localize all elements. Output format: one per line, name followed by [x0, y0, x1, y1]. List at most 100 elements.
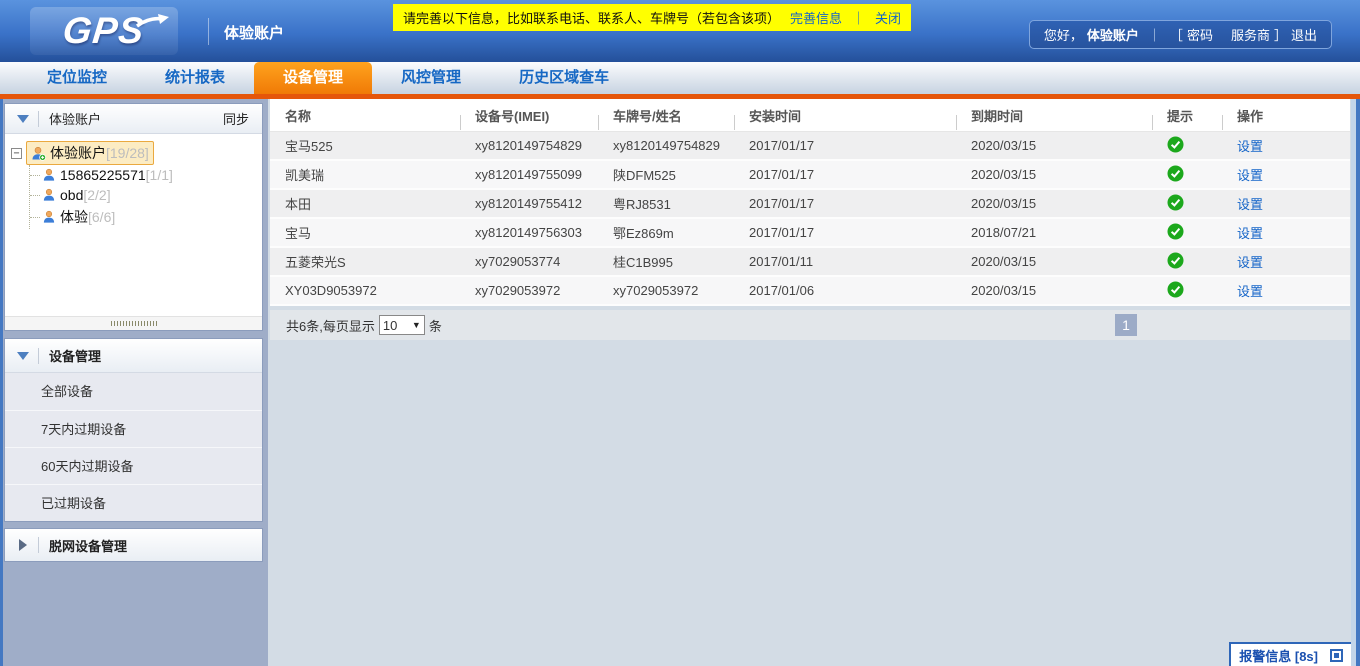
cell-plate-or-name: xy8120149754829: [598, 138, 734, 153]
brand-logo: GPS: [30, 7, 178, 55]
user-icon: [42, 210, 56, 224]
cell-plate-or-name: 桂C1B995: [598, 252, 734, 271]
cell-name: 宝马: [270, 223, 460, 242]
cell-name: 五菱荣光S: [270, 252, 460, 271]
tab-device-management[interactable]: 设备管理: [254, 62, 372, 94]
sidebar-item-all-devices[interactable]: 全部设备: [5, 373, 262, 410]
settings-link[interactable]: 设置: [1237, 284, 1263, 299]
notice-banner: 请完善以下信息，比如联系电话、联系人、车牌号（若包含该项） 完善信息 ｜ 关闭: [393, 4, 911, 31]
device-panel-title: 设备管理: [49, 346, 101, 365]
cell-plate-or-name: 鄂Ez869m: [598, 223, 734, 242]
header-divider: [38, 537, 39, 553]
window-left-edge: [0, 99, 3, 666]
sidebar-item-expire-60days[interactable]: 60天内过期设备: [5, 447, 262, 484]
tree-node-obd[interactable]: obd[2/2]: [30, 185, 256, 205]
settings-link[interactable]: 设置: [1237, 139, 1263, 154]
tree-root-label: 体验账户: [50, 143, 106, 163]
table-row: 宝马 xy8120149756303 鄂Ez869m 2017/01/17 20…: [270, 219, 1350, 248]
restore-window-icon[interactable]: [1330, 649, 1343, 662]
tab-risk-management[interactable]: 风控管理: [372, 62, 490, 94]
table-row: 五菱荣光S xy7029053774 桂C1B995 2017/01/11 20…: [270, 248, 1350, 277]
collapse-arrow-icon: [17, 352, 29, 360]
tree-root-count: [19/28]: [106, 145, 149, 161]
cell-expire-time: 2020/03/15: [956, 196, 1152, 211]
logo-swoosh-arrow-icon: [136, 13, 170, 29]
status-ok-icon: [1167, 281, 1184, 298]
settings-link[interactable]: 设置: [1237, 168, 1263, 183]
bracket-open: ［: [1170, 25, 1183, 44]
tree-node-tiyan[interactable]: 体验[6/6]: [30, 205, 256, 229]
cell-install-time: 2017/01/17: [734, 138, 956, 153]
column-header: 操作: [1222, 106, 1350, 125]
device-panel-header[interactable]: 设备管理: [5, 339, 262, 373]
cell-install-time: 2017/01/11: [734, 254, 956, 269]
user-icon: [42, 168, 56, 182]
alarm-info-label: 报警信息 [8s]: [1239, 646, 1318, 665]
user-session-bar: 您好， 体验账户 ｜ ［ 密码 服务商 ］ 退出: [1029, 20, 1332, 49]
settings-link[interactable]: 设置: [1237, 197, 1263, 212]
table-row: 凯美瑞 xy8120149755099 陕DFM525 2017/01/17 2…: [270, 161, 1350, 190]
password-button[interactable]: 密码: [1187, 25, 1213, 44]
header-divider: [38, 348, 39, 364]
cell-install-time: 2017/01/17: [734, 225, 956, 240]
column-header: 设备号(IMEI): [460, 106, 598, 125]
tree-panel-resize-handle[interactable]: [5, 316, 262, 330]
table-row: XY03D9053972 xy7029053972 xy7029053972 2…: [270, 277, 1350, 306]
cell-imei: xy8120149755099: [460, 167, 598, 182]
close-notice-link[interactable]: 关闭: [875, 8, 901, 27]
tree-node-15865225571[interactable]: 15865225571[1/1]: [30, 165, 256, 185]
tree-panel-header[interactable]: 体验账户 同步: [5, 104, 262, 134]
bracket-close: ］: [1274, 25, 1287, 44]
sidebar-item-expire-7days[interactable]: 7天内过期设备: [5, 410, 262, 447]
device-management-panel: 设备管理 全部设备7天内过期设备60天内过期设备已过期设备: [4, 338, 263, 522]
cell-expire-time: 2020/03/15: [956, 254, 1152, 269]
status-ok-icon: [1167, 223, 1184, 240]
cell-name: 本田: [270, 194, 460, 213]
cell-install-time: 2017/01/17: [734, 167, 956, 182]
status-ok-icon: [1167, 252, 1184, 269]
cell-imei: xy8120149756303: [460, 225, 598, 240]
cell-install-time: 2017/01/06: [734, 283, 956, 298]
logout-button[interactable]: 退出: [1291, 25, 1317, 44]
status-ok-icon: [1167, 165, 1184, 182]
page-size-select[interactable]: 10 ▼: [379, 315, 425, 335]
settings-link[interactable]: 设置: [1237, 226, 1263, 241]
cell-status: [1152, 281, 1222, 301]
offline-panel-header[interactable]: 脱网设备管理: [5, 529, 262, 561]
service-provider-button[interactable]: 服务商: [1231, 25, 1270, 44]
settings-link[interactable]: 设置: [1237, 255, 1263, 270]
cell-install-time: 2017/01/17: [734, 196, 956, 211]
cell-plate-or-name: 粤RJ8531: [598, 194, 734, 213]
notice-text: 请完善以下信息，比如联系电话、联系人、车牌号（若包含该项）: [403, 8, 780, 27]
cell-plate-or-name: 陕DFM525: [598, 165, 734, 184]
cell-status: [1152, 194, 1222, 214]
app-header: GPS 体验账户 请完善以下信息，比如联系电话、联系人、车牌号（若包含该项） 完…: [0, 0, 1360, 62]
offline-panel-title: 脱网设备管理: [49, 536, 127, 555]
main-content: 名称设备号(IMEI)车牌号/姓名安装时间到期时间提示操作 宝马525 xy81…: [268, 99, 1360, 666]
column-header: 安装时间: [734, 106, 956, 125]
tree-collapse-box[interactable]: −: [11, 148, 22, 159]
current-username: 体验账户: [1087, 25, 1139, 44]
complete-info-link[interactable]: 完善信息: [790, 8, 842, 27]
pagination-summary: 共6条,每页显示: [286, 316, 375, 335]
device-table: 名称设备号(IMEI)车牌号/姓名安装时间到期时间提示操作 宝马525 xy81…: [270, 99, 1350, 306]
app-body: 体验账户 同步 −: [0, 99, 1360, 666]
page-number-button[interactable]: 1: [1115, 314, 1137, 336]
tab-history-area-search[interactable]: 历史区域查车: [490, 62, 638, 94]
tree-root-node[interactable]: 体验账户[19/28]: [26, 141, 154, 165]
table-row: 本田 xy8120149755412 粤RJ8531 2017/01/17 20…: [270, 190, 1350, 219]
tab-statistics-report[interactable]: 统计报表: [136, 62, 254, 94]
tab-location-monitor[interactable]: 定位监控: [18, 62, 136, 94]
gps-app-window: GPS 体验账户 请完善以下信息，比如联系电话、联系人、车牌号（若包含该项） 完…: [0, 0, 1360, 666]
cell-expire-time: 2020/03/15: [956, 138, 1152, 153]
resize-grip-dots-icon: [111, 321, 157, 326]
table-row: 宝马525 xy8120149754829 xy8120149754829 20…: [270, 132, 1350, 161]
cell-expire-time: 2018/07/21: [956, 225, 1152, 240]
alarm-info-bar[interactable]: 报警信息 [8s]: [1229, 642, 1351, 666]
user-group-icon: [31, 146, 46, 161]
column-header: 到期时间: [956, 106, 1152, 125]
sync-button[interactable]: 同步: [223, 109, 249, 128]
header-divider: [208, 18, 209, 45]
window-right-edge: [1351, 99, 1360, 666]
sidebar-item-expired[interactable]: 已过期设备: [5, 484, 262, 521]
